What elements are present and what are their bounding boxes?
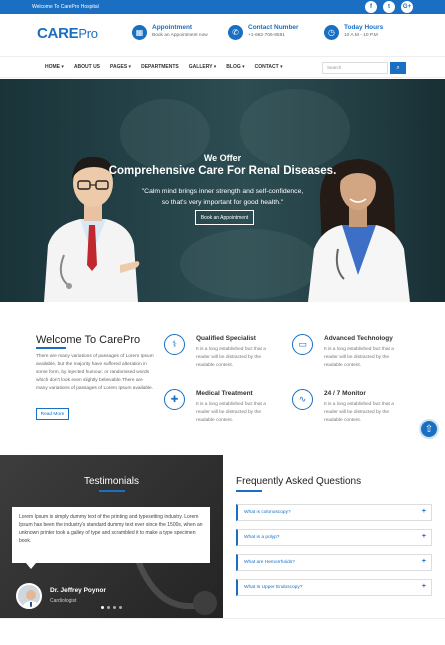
hours-title: Today Hours [344, 24, 384, 31]
plus-icon: + [421, 508, 426, 515]
faq-section: Frequently Asked Questions What is colon… [223, 455, 445, 618]
calendar-icon: ▦ [132, 25, 147, 40]
nav-about[interactable]: ABOUT US [74, 64, 100, 70]
faq-item[interactable]: What Is Upper Endoscopy? + [236, 579, 432, 596]
search-icon: ⌕ [396, 64, 400, 71]
title-underline [99, 490, 125, 492]
carousel-dot[interactable] [113, 606, 116, 609]
faq-question: What is colonoscopy? [244, 510, 291, 515]
nav-departments[interactable]: DEPARTMENTS [141, 64, 179, 70]
hero-quote-line-1: "Calm mind brings inner strength and sel… [141, 188, 304, 195]
testimonial-role: Cardiologist [50, 598, 77, 604]
testimonials-title: Testimonials [83, 476, 140, 487]
monitor-icon: ▭ [292, 334, 313, 355]
welcome-text: Welcome To CarePro Hospital [32, 4, 99, 10]
search-input[interactable]: Search [322, 62, 388, 74]
testimonial-card-pointer [26, 563, 36, 569]
header: CAREPro ▦ Appointment Book an Appointmen… [0, 14, 445, 56]
twitter-icon[interactable]: t [383, 1, 395, 13]
hero-quote-line-2: so that's very important for good health… [161, 199, 284, 206]
avatar [16, 583, 42, 609]
welcome-title: Welcome To CarePro [36, 334, 141, 346]
plus-icon: + [421, 558, 426, 565]
appointment-info[interactable]: ▦ Appointment Book an Appointment now [132, 24, 208, 40]
faq-item[interactable]: What are Hemorrhoids? + [236, 554, 432, 571]
facebook-icon[interactable]: f [365, 1, 377, 13]
nav-pages[interactable]: PAGES ▾ [110, 64, 131, 70]
logo-part-pro: Pro [78, 26, 98, 41]
doctor-icon: ⚕ [164, 334, 185, 355]
nav-blog[interactable]: BLOG ▾ [226, 64, 244, 70]
logo-part-ca: CA [37, 25, 59, 42]
testimonials-section: Testimonials Lorem Ipsum is simply dummy… [0, 455, 223, 618]
hero-we-offer: We Offer [203, 153, 242, 163]
nav-contact[interactable]: CONTACT ▾ [255, 64, 283, 70]
phone-icon: ✆ [228, 25, 243, 40]
title-underline [236, 490, 262, 492]
appointment-text: Book an Appointment now [152, 33, 208, 38]
nav-gallery[interactable]: GALLERY ▾ [189, 64, 217, 70]
logo[interactable]: CAREPro [37, 25, 98, 42]
contact-info[interactable]: ✆ Contact Number +1-662-705-8591 [228, 24, 299, 40]
search-button[interactable]: ⌕ [390, 62, 406, 74]
appointment-title: Appointment [152, 24, 193, 31]
nav-home[interactable]: HOME ▾ [45, 64, 64, 70]
book-appointment-button[interactable]: Book an Appointment [195, 210, 254, 225]
contact-number: +1-662-705-8591 [248, 33, 285, 38]
top-bar: Welcome To CarePro Hospital f t G+ [0, 0, 445, 14]
hero-heading: Comprehensive Care For Renal Diseases. [108, 165, 337, 177]
stethoscope-icon: ∿ [292, 389, 313, 410]
testimonial-card: Lorem Ipsum is simply dummy text of the … [12, 507, 210, 563]
title-underline [36, 347, 66, 349]
plus-icon: + [421, 583, 426, 590]
hero-banner: We Offer Comprehensive Care For Renal Di… [0, 79, 445, 302]
feature-text: It is a long established fact that a rea… [196, 347, 266, 368]
contact-title: Contact Number [248, 24, 299, 31]
hours-text: 10 A.M - 10 P.M [344, 33, 378, 38]
faq-question: What are Hemorrhoids? [244, 560, 295, 565]
feature-text: It is a long established fact that a rea… [324, 402, 394, 423]
testimonial-name: Dr. Jeffrey Poynor [50, 587, 106, 594]
feature-title: Advanced Technology [324, 335, 393, 342]
testimonial-quote: Lorem Ipsum is simply dummy text of the … [19, 514, 203, 544]
scroll-to-top-button[interactable]: ⇧ [419, 419, 439, 439]
read-more-button[interactable]: Read More [36, 408, 69, 420]
faq-question: What is a polyp? [244, 535, 280, 540]
feature-title: Medical Treatment [196, 390, 253, 397]
carousel-dots [101, 606, 122, 609]
feature-text: It is a long established fact that a rea… [324, 347, 394, 368]
welcome-section: Welcome To CarePro There are many variat… [0, 302, 445, 452]
hours-info: ◷ Today Hours 10 A.M - 10 P.M [324, 24, 383, 40]
main-nav: HOME ▾ ABOUT US PAGES ▾ DEPARTMENTS GALL… [0, 56, 445, 78]
faq-question: What Is Upper Endoscopy? [244, 585, 303, 590]
carousel-dot[interactable] [107, 606, 110, 609]
medical-cross-icon: ✚ [164, 389, 185, 410]
faq-item[interactable]: What is colonoscopy? + [236, 504, 432, 521]
clock-icon: ◷ [324, 25, 339, 40]
footer-strip [0, 618, 445, 645]
social-links: f t G+ [365, 1, 413, 13]
logo-part-re: RE [58, 25, 79, 42]
carousel-dot[interactable] [119, 606, 122, 609]
faq-title: Frequently Asked Questions [236, 476, 362, 487]
carousel-dot[interactable] [101, 606, 104, 609]
feature-text: It is a long established fact that a rea… [196, 402, 266, 423]
feature-title: 24 / 7 Monitor [324, 390, 366, 397]
plus-icon: + [421, 533, 426, 540]
google-plus-icon[interactable]: G+ [401, 1, 413, 13]
hero-quote: "Calm mind brings inner strength and sel… [0, 186, 445, 208]
welcome-description: There are many variations of passages of… [36, 354, 154, 391]
faq-item[interactable]: What is a polyp? + [236, 529, 432, 546]
arrow-up-icon: ⇧ [424, 423, 434, 435]
feature-title: Qualified Specialist [196, 335, 256, 342]
avatar-image [18, 585, 40, 607]
